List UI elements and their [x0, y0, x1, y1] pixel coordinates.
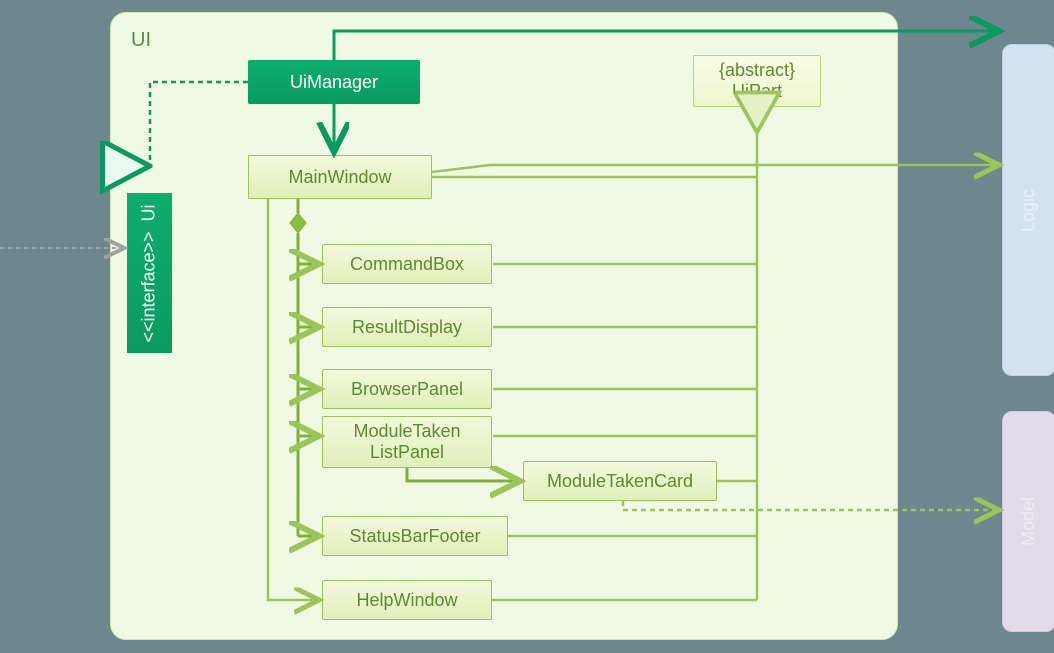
ext-model: Model	[1002, 411, 1054, 632]
node-status-bar-footer: StatusBarFooter	[322, 516, 508, 556]
node-label: BrowserPanel	[351, 379, 463, 400]
node-label: UiPart	[732, 81, 782, 102]
node-label: ListPanel	[370, 442, 444, 463]
node-main-window: MainWindow	[248, 155, 432, 199]
ext-label: Model	[1019, 497, 1040, 546]
node-moduletaken-list-panel: ModuleTaken ListPanel	[322, 416, 492, 468]
node-moduletaken-card: ModuleTakenCard	[523, 461, 717, 501]
node-ui-interface: <<interface>> Ui	[127, 193, 172, 353]
node-command-box: CommandBox	[322, 244, 492, 284]
package-title: UI	[131, 29, 151, 52]
iface-name: Ui	[139, 204, 159, 221]
node-label: UiManager	[290, 72, 378, 93]
node-label: StatusBarFooter	[349, 526, 480, 547]
node-label: ModuleTaken	[353, 421, 460, 442]
ext-label: Logic	[1019, 188, 1040, 231]
node-result-display: ResultDisplay	[322, 307, 492, 347]
node-stereotype: {abstract}	[719, 60, 795, 81]
node-label: ResultDisplay	[352, 317, 462, 338]
node-label: ModuleTakenCard	[547, 471, 693, 492]
iface-stereotype: <<interface>>	[139, 231, 159, 342]
node-label: CommandBox	[350, 254, 464, 275]
node-help-window: HelpWindow	[322, 580, 492, 620]
node-label: MainWindow	[288, 167, 391, 188]
node-ui-part: {abstract} UiPart	[693, 55, 821, 107]
ext-logic: Logic	[1002, 44, 1054, 376]
node-browser-panel: BrowserPanel	[322, 369, 492, 409]
node-ui-manager: UiManager	[248, 60, 420, 104]
node-label: HelpWindow	[356, 590, 457, 611]
